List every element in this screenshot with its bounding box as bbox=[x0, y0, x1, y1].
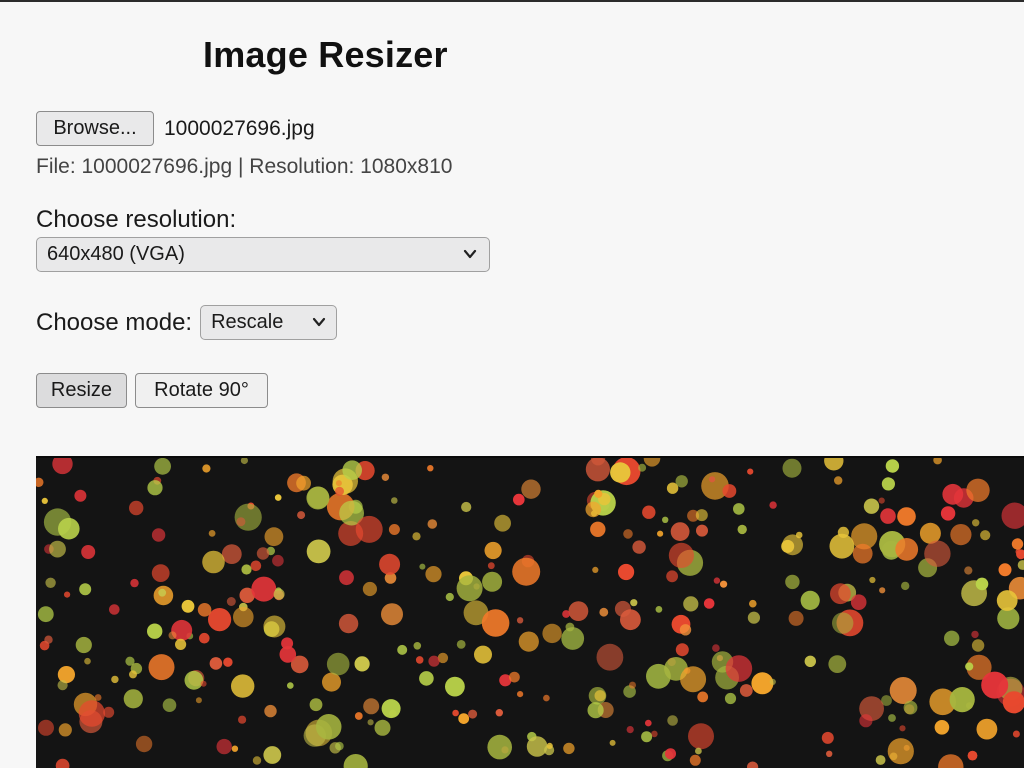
browse-button[interactable]: Browse... bbox=[36, 111, 154, 146]
file-input-row: Browse... 1000027696.jpg bbox=[36, 111, 315, 146]
preview-image bbox=[36, 458, 1024, 768]
mode-label: Choose mode: bbox=[36, 308, 193, 336]
rotate-button[interactable]: Rotate 90° bbox=[135, 373, 268, 408]
image-preview bbox=[36, 456, 1024, 768]
resolution-select[interactable]: 640x480 (VGA) bbox=[36, 237, 490, 272]
file-info-text: File: 1000027696.jpg | Resolution: 1080x… bbox=[36, 155, 453, 178]
chevron-down-icon bbox=[312, 317, 326, 327]
action-buttons: Resize Rotate 90° bbox=[36, 373, 268, 408]
resolution-label: Choose resolution: bbox=[36, 206, 237, 233]
mode-row: Choose mode: Rescale bbox=[36, 305, 338, 340]
mode-select[interactable]: Rescale bbox=[200, 305, 338, 340]
resolution-select-value: 640x480 (VGA) bbox=[47, 243, 185, 265]
mode-select-value: Rescale bbox=[211, 311, 284, 333]
window-top-border bbox=[0, 0, 1024, 2]
selected-file-name: 1000027696.jpg bbox=[164, 116, 315, 140]
resize-button[interactable]: Resize bbox=[36, 373, 127, 408]
page: Image Resizer Browse... 1000027696.jpg F… bbox=[0, 0, 1024, 768]
chevron-down-icon bbox=[463, 249, 477, 259]
page-title: Image Resizer bbox=[203, 34, 448, 75]
